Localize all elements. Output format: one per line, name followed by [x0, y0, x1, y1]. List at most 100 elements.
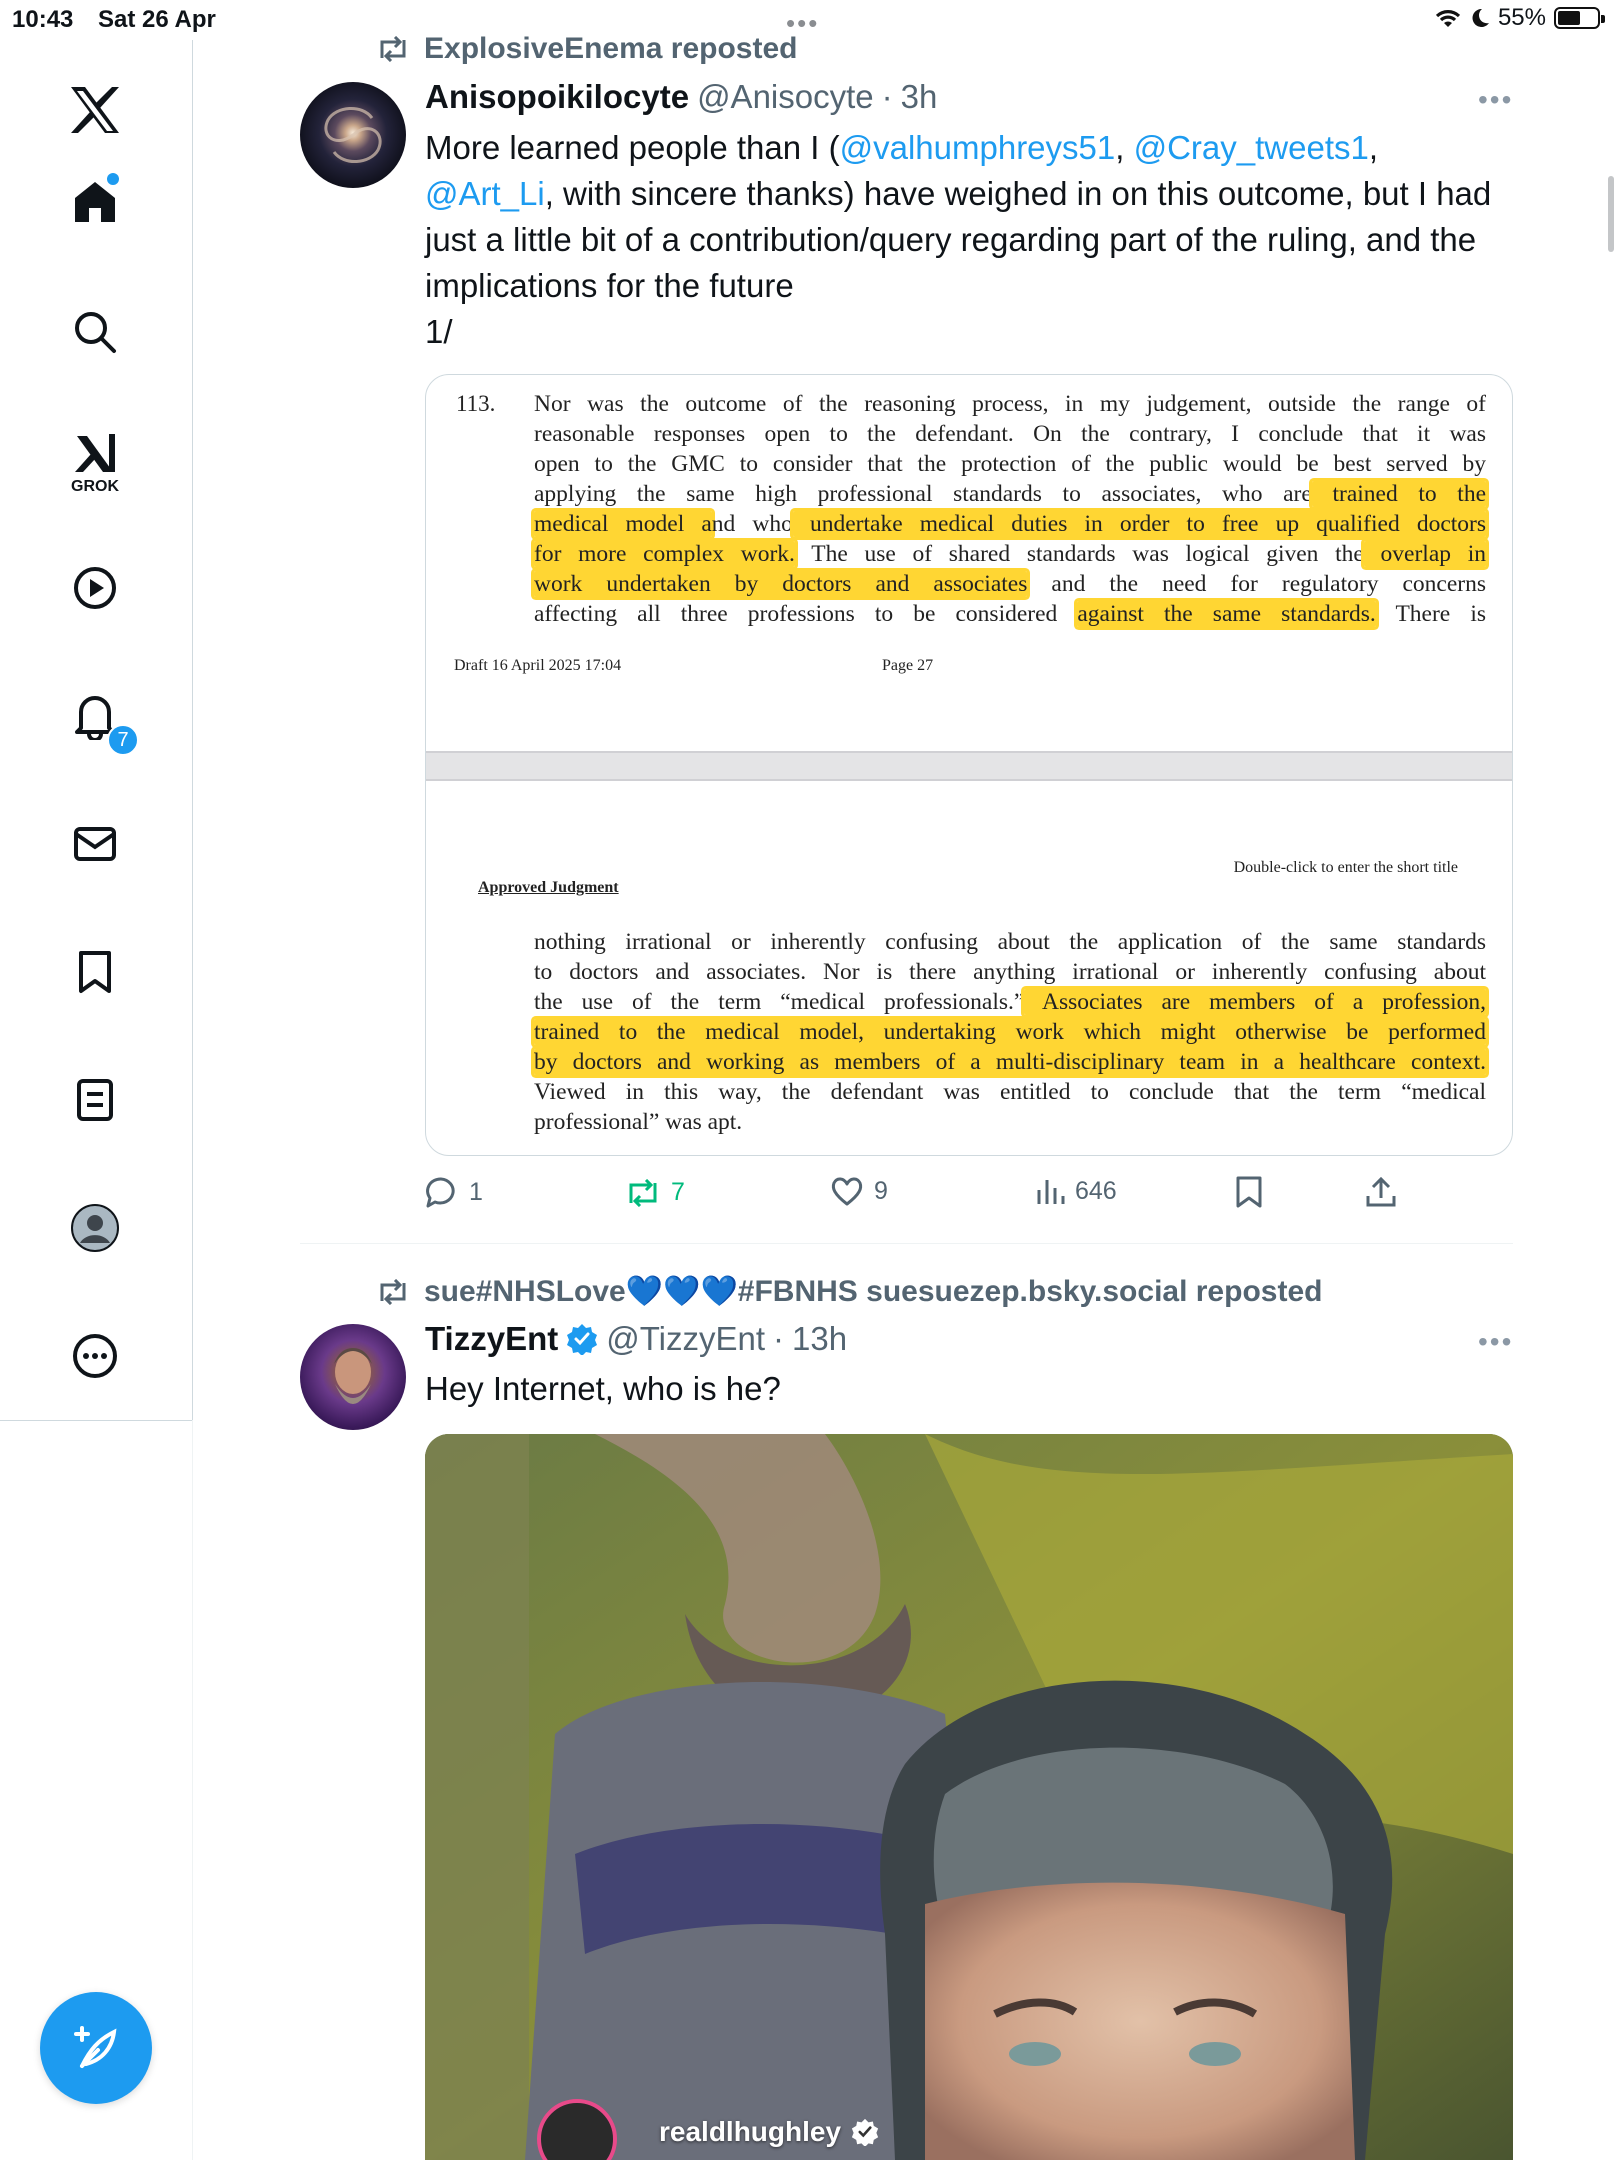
post-text: More learned people than I (@valhumphrey… [425, 125, 1505, 355]
like-count: 9 [874, 1176, 888, 1205]
sidebar-border [192, 1420, 193, 2160]
bookmarks-icon[interactable] [55, 932, 135, 1012]
repost-label: sue#NHSLove💙💙💙#FBNHS suesuezep.bsky.soci… [424, 1275, 1323, 1308]
post-time[interactable]: 13h [792, 1320, 847, 1358]
doc-line: Nor was the outcome of the reasoning pro… [534, 391, 1486, 417]
battery-icon [1554, 7, 1605, 29]
doc-line: reasonable responses open to the defenda… [534, 421, 1486, 447]
doc-line: to doctors and associates. Nor is there … [534, 959, 1486, 985]
mention-link[interactable]: @Art_Li [425, 175, 545, 212]
doc-paragraph-number: 113. [456, 391, 496, 416]
lists-icon[interactable] [55, 1060, 135, 1140]
views-chart-icon [1037, 1180, 1065, 1204]
doc-highlight: by doctors and working as members of a m… [534, 1049, 1486, 1075]
post-text-part: , [1368, 129, 1379, 166]
share-button[interactable] [1365, 1176, 1397, 1208]
doc-highlight: undertake medical duties in order to fre… [792, 511, 1486, 537]
repost-button[interactable]: 7 [625, 1178, 685, 1207]
doc-line: Viewed in this way, the defendant was en… [534, 1079, 1486, 1105]
doc-line: by doctors and working as members of a m… [534, 1047, 1486, 1077]
author-avatar[interactable] [300, 1324, 406, 1430]
post-text-part: , [1115, 129, 1134, 166]
share-icon [1366, 1176, 1396, 1207]
post-text-part: 1/ [425, 313, 453, 350]
doc-line: the use of the term “medical professiona… [534, 987, 1486, 1017]
author-handle[interactable]: @Anisocyte [697, 78, 874, 116]
bookmark-button[interactable] [1235, 1176, 1263, 1208]
x-logo-icon[interactable] [55, 70, 135, 150]
dot-separator: · [773, 1320, 785, 1357]
status-date: Sat 26 Apr [98, 6, 216, 33]
doc-highlight: trained to the medical model, undertakin… [534, 1019, 1486, 1045]
wifi-icon [1435, 10, 1461, 27]
reply-button[interactable]: 1 [425, 1176, 483, 1208]
post-time[interactable]: 3h [901, 78, 938, 116]
repost-icon [380, 1278, 406, 1305]
scrollbar-thumb[interactable] [1608, 176, 1614, 252]
author-name[interactable]: TizzyEnt [425, 1320, 558, 1358]
repost-label: ExplosiveEnema reposted [424, 32, 798, 65]
repost-icon [380, 36, 406, 62]
video-play-icon[interactable] [55, 548, 135, 628]
doc-text: affecting all three professions to be co… [534, 601, 1078, 627]
compose-post-button[interactable] [40, 1992, 152, 2104]
doc-footer-page: Page 27 [882, 657, 934, 674]
view-count: 646 [1075, 1176, 1117, 1205]
post-image[interactable]: 113. Nor was the outcome of the reasonin… [425, 374, 1513, 1156]
home-icon[interactable] [55, 162, 135, 242]
doc-line: trained to the medical model, undertakin… [534, 1017, 1486, 1047]
doc-highlight: for more complex work. [534, 541, 795, 567]
views-button[interactable]: 646 [1035, 1176, 1117, 1206]
search-icon[interactable] [55, 292, 135, 372]
author-avatar[interactable] [300, 82, 406, 188]
repost-header: sue#NHSLove💙💙💙#FBNHS suesuezep.bsky.soci… [376, 1274, 1322, 1309]
author-name[interactable]: Anisopoikilocyte [425, 78, 689, 116]
doc-header-approved: Approved Judgment [478, 879, 619, 896]
doc-highlight: medical model a [534, 511, 712, 537]
grok-label: GROK [71, 478, 119, 495]
doc-page-break [426, 751, 1512, 781]
grok-icon[interactable]: GROK [55, 424, 135, 504]
compose-feather-icon [74, 2026, 117, 2068]
reply-count: 1 [469, 1177, 483, 1206]
author-line: TizzyEnt @TizzyEnt · 13h [425, 1320, 847, 1358]
post-actions: 1 7 9 646 [425, 1176, 1513, 1216]
mention-link[interactable]: @valhumphreys51 [840, 129, 1116, 166]
doc-paragraph-2: nothing irrational or inherently confusi… [534, 927, 1486, 1137]
post-more-icon[interactable]: ••• [1478, 1326, 1513, 1358]
doc-line: applying the same high professional stan… [534, 479, 1487, 509]
doc-highlight: trained to the [1311, 481, 1487, 507]
repost-icon [629, 1178, 657, 1207]
video-overlay-user[interactable]: realdlhughley [659, 2116, 879, 2148]
doc-line: nothing irrational or inherently confusi… [534, 929, 1486, 955]
reply-icon [426, 1177, 455, 1208]
profile-avatar-icon[interactable] [55, 1188, 135, 1268]
doc-text: the use of the term “medical professiona… [534, 989, 1025, 1015]
post-more-icon[interactable]: ••• [1478, 84, 1513, 116]
more-options-icon[interactable] [55, 1316, 135, 1396]
heart-icon [831, 1177, 863, 1206]
post-video[interactable]: realdlhughley [425, 1434, 1513, 2160]
bookmark-icon [1236, 1176, 1262, 1208]
doc-highlight: overlap in [1363, 541, 1487, 567]
notifications-badge: 7 [107, 724, 139, 756]
repost-count: 7 [671, 1178, 685, 1206]
doc-text: nd who [711, 511, 793, 537]
doc-text: and the need for regulatory concerns [1027, 571, 1486, 597]
verified-badge-icon [567, 1324, 598, 1355]
dot-separator: · [881, 78, 893, 115]
status-bar: 10:43 Sat 26 Apr ••• 55% [0, 0, 1620, 40]
mention-link[interactable]: @Cray_tweets1 [1134, 129, 1369, 166]
messages-envelope-icon[interactable] [55, 804, 135, 884]
home-unread-dot [107, 173, 119, 185]
like-button[interactable]: 9 [830, 1176, 888, 1206]
doc-text: The use of shared standards was logical … [794, 541, 1364, 567]
doc-paragraph-1: Nor was the outcome of the reasoning pro… [534, 389, 1487, 629]
author-handle[interactable]: @TizzyEnt [606, 1320, 765, 1358]
repost-header: ExplosiveEnema reposted [376, 32, 797, 66]
post-text: Hey Internet, who is he? [425, 1370, 781, 1407]
doc-header-title: Double-click to enter the short title [1233, 859, 1458, 876]
video-frame [425, 1434, 1513, 2160]
sidebar-divider [0, 1420, 193, 1421]
doc-text: There is [1375, 601, 1486, 627]
